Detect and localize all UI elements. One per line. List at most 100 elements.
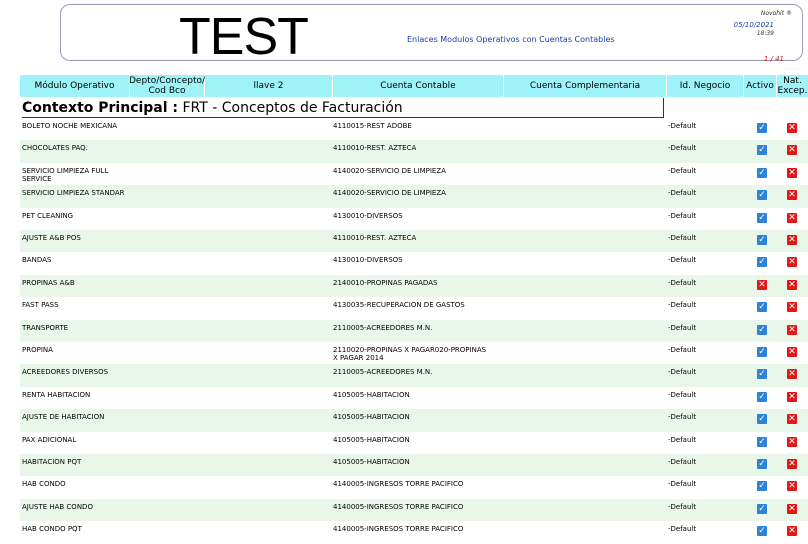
checkbox-checked-icon: ✓ [757,123,767,133]
col-header-llave: llave 2 [205,75,332,97]
checkbox-checked-icon: ✓ [757,459,767,469]
modulo-cell: AJUSTE A&B POS [22,234,81,242]
negocio-cell: -Default [668,211,697,220]
cuenta-cell: 4140020-SERVICIO DE LIMPIEZA [333,189,446,198]
check-glyph: ✓ [757,526,767,537]
check-glyph: ✓ [757,414,767,425]
x-mark-icon: ✕ [787,212,797,223]
cuenta-cell: 4105005-HABITACION [333,435,410,444]
checkbox-checked-icon: ✓ [757,414,767,425]
x-glyph: ✕ [787,212,797,223]
table-row: ACREEDORES DIVERSOS 2110005-ACREEDORES M.… [20,364,808,387]
negocio-cell: -Default [668,234,697,242]
check-glyph: ✓ [757,167,767,178]
cuenta-cell: 2140010-PROPINAS PAGADAS [333,278,438,287]
modulo-cell: SERVICIO LIMPIEZA STANDAR [22,189,125,198]
table-row: HAB CONDO PQT 4140005-INGRESOS TORRE PACI… [20,521,808,543]
checkbox-checked-icon: ✓ [757,369,767,380]
report-header: TEST Enlaces Modulos Operativos con Cuen… [60,4,803,65]
negocio-cell: -Default [668,502,697,511]
table-row: SERVICIO LIMPIEZA FULL SERVICE 4140020-SE… [20,163,808,185]
x-glyph: ✕ [787,526,797,537]
x-mark-icon: ✕ [787,503,797,514]
modulo-cell: ACREEDORES DIVERSOS [22,368,109,377]
table-row: HAB CONDO 4140005-INGRESOS TORRE PACIFICO… [20,476,808,498]
modulo-cell: SERVICIO LIMPIEZA FULL SERVICE [22,166,109,183]
table-row: AJUSTE DE HABITACION 4105005-HABITACION -D… [20,409,808,432]
x-mark-icon: ✕ [787,459,797,469]
x-glyph: ✕ [787,347,797,357]
x-mark-icon: ✕ [787,436,797,447]
modulo-cell: HABITACION PQT [22,458,82,466]
x-glyph: ✕ [787,369,797,380]
table-row: PAX ADICIONAL 4105005-HABITACION -Default ✓… [20,432,808,454]
x-glyph: ✕ [787,414,797,425]
col-header-depto: Depto/Concepto/ Cod Bco [129,75,206,97]
col-header-cuenta: Cuenta Contable [333,75,503,97]
x-mark-icon: ✕ [787,235,797,245]
modulo-cell: BOLETO NOCHE MEXICANA [22,122,118,130]
checkbox-checked-icon: ✓ [757,212,767,223]
check-glyph: ✓ [757,503,767,514]
negocio-cell: -Default [668,122,697,130]
company-name: Novohit ® [760,10,792,17]
checkbox-checked-icon: ✓ [757,481,767,492]
modulo-cell: AJUSTE HAB CONDO [22,502,93,511]
x-glyph: ✕ [787,391,797,402]
report-date: 05/10/2021 [733,21,774,29]
col-header-activo: Activo [744,75,776,97]
check-glyph: ✓ [757,145,767,156]
check-glyph: ✓ [757,391,767,402]
cuenta-cell: 4110010-REST. AZTECA [333,144,417,153]
report-subtitle: Enlaces Modulos Operativos con Cuentas C… [407,35,615,44]
x-mark-icon: ✕ [787,347,797,357]
cuenta-cell: 4110015-REST ADOBE [333,122,412,130]
x-mark-icon: ✕ [787,190,797,201]
cuenta-cell: 4130010-DIVERSOS [333,211,403,220]
check-glyph: ✓ [757,369,767,380]
check-glyph: ✓ [757,347,767,357]
x-glyph: ✕ [787,167,797,178]
x-glyph: ✕ [787,436,797,447]
x-mark-icon: ✕ [787,279,797,290]
negocio-cell: -Default [668,166,697,175]
checkbox-checked-icon: ✓ [757,347,767,357]
cuenta-cell: 4130035-RECUPERACION DE GASTOS [333,301,465,310]
x-mark-icon: ✕ [787,481,797,492]
negocio-cell: -Default [668,189,697,198]
modulo-cell: PROPINA [22,346,53,354]
checkbox-checked-icon: ✓ [757,190,767,201]
negocio-cell: -Default [668,144,697,153]
x-mark-icon: ✕ [787,526,797,537]
checkbox-checked-icon: ✓ [757,167,767,178]
cuenta-cell: 4130010-DIVERSOS [333,256,403,265]
table-row: AJUSTE HAB CONDO 4140005-INGRESOS TORRE P… [20,498,808,522]
checkbox-checked-icon: ✓ [757,526,767,537]
negocio-cell: -Default [668,368,697,377]
modulo-cell: PET CLEANING [22,211,74,220]
checkbox-checked-icon: ✓ [757,324,767,335]
check-glyph: ✓ [757,190,767,201]
report-title: TEST [179,8,309,66]
negocio-cell: -Default [668,458,697,466]
modulo-cell: FAST PASS [22,301,59,310]
modulo-cell: TRANSPORTE [22,323,69,332]
negocio-cell: -Default [668,435,697,444]
table-row: PROPINAS A&B 2140010-PROPINAS PAGADAS -Def… [20,274,808,298]
checkbox-checked-icon: ✓ [757,391,767,402]
negocio-cell: -Default [668,413,697,422]
checkbox-checked-icon: ✓ [757,302,767,313]
checkbox-checked-icon: ✓ [757,145,767,156]
table-row: FAST PASS 4130035-RECUPERACION DE GASTOS -… [20,297,808,319]
cuenta-cell: 2110020-PROPINAS X PAGAR020-PROPINAS X P… [333,346,487,362]
x-mark-icon: ✕ [787,369,797,380]
report-time: 18:39 [756,30,774,37]
x-glyph: ✕ [787,324,797,335]
cuenta-cell: 4140005-INGRESOS TORRE PACIFICO [333,502,464,511]
x-glyph: ✕ [787,257,797,268]
x-mark-icon: ✕ [787,145,797,156]
context-label: Contexto Principal : [22,100,179,116]
check-glyph: ✓ [757,324,767,335]
modulo-cell: CHOCOLATES PAQ. [22,144,88,153]
x-mark-icon: ✕ [787,123,797,133]
